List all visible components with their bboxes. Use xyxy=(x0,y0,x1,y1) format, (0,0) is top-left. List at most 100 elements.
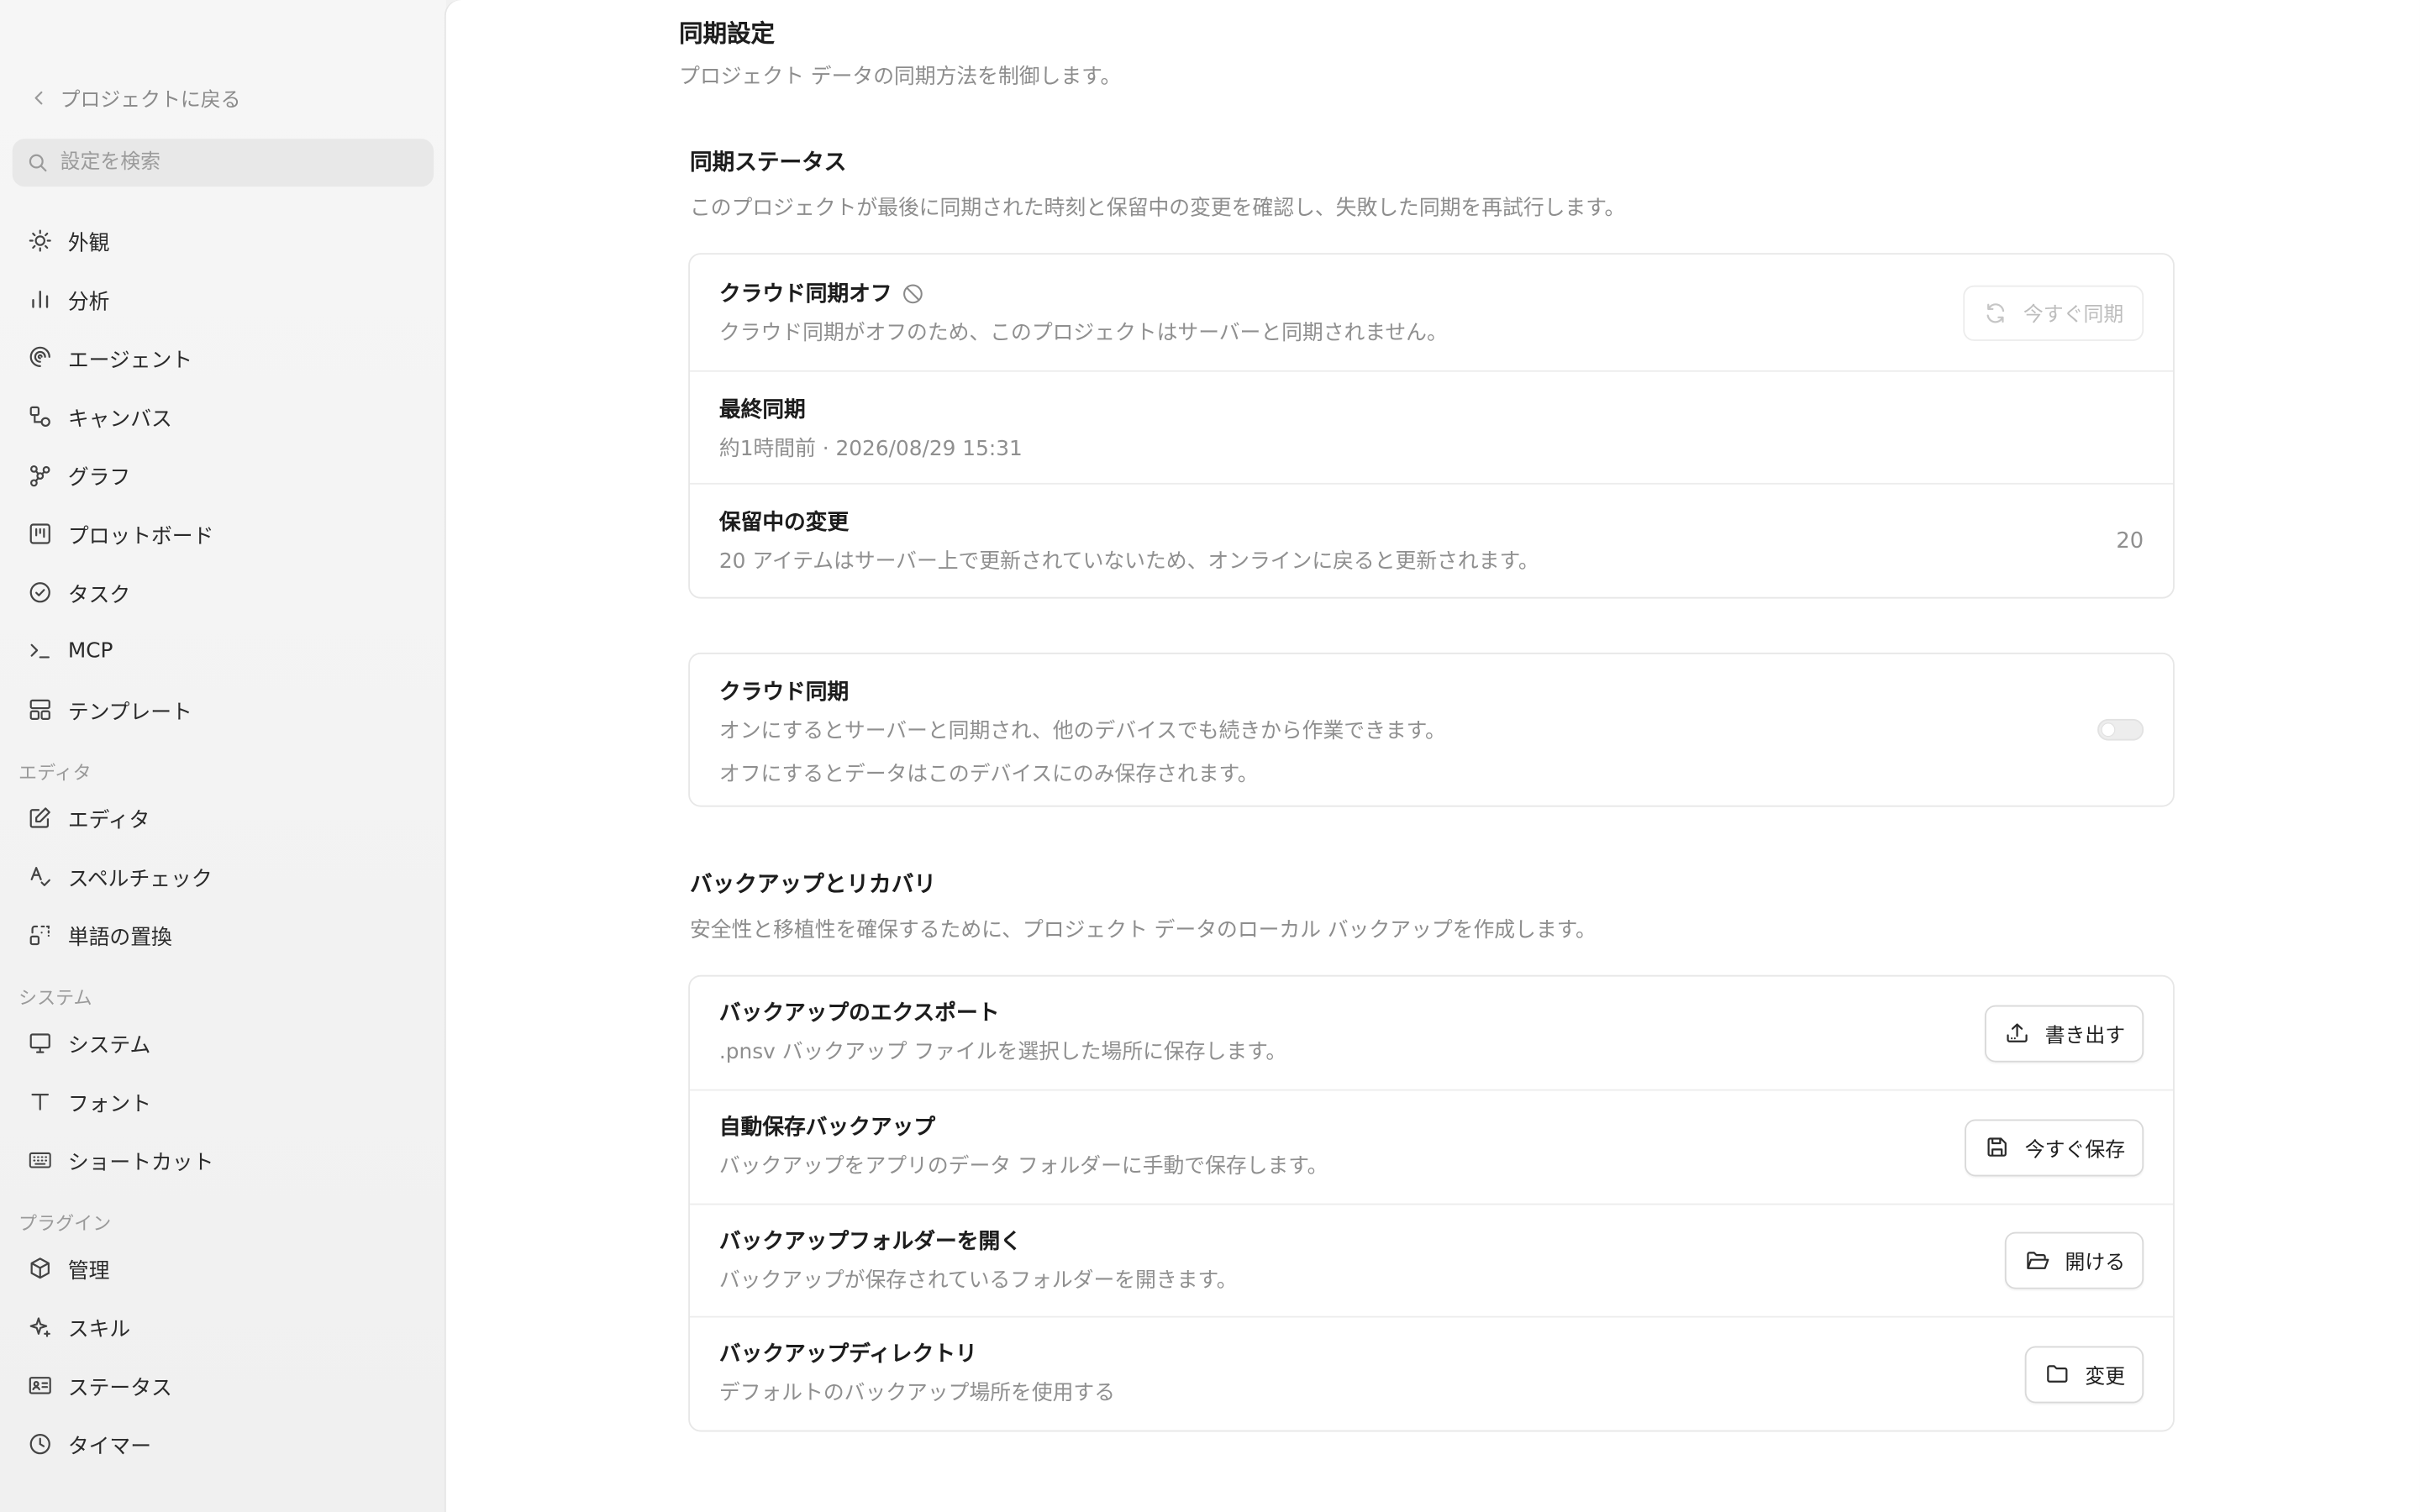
sidebar-item-label: テンプレート xyxy=(67,700,192,726)
sync-status-card: クラウド同期オフ クラウド同期がオフのため、このプロジェクトはサーバーと同期され… xyxy=(688,253,2175,599)
pending-changes-row: 保留中の変更 20 アイテムはサーバー上で更新されていないため、オンラインに戻る… xyxy=(690,485,2173,597)
sidebar-item-appearance[interactable]: 外観 xyxy=(13,212,434,270)
section-label-editor: エディタ xyxy=(18,762,92,785)
export-backup-title: バックアップのエクスポート xyxy=(718,1001,1000,1026)
id-card-icon xyxy=(29,1377,51,1394)
sidebar-item-label: エージェント xyxy=(67,349,193,374)
backup-directory-desc: デフォルトのバックアップ場所を使用する xyxy=(718,1380,1116,1406)
sidebar-item-label: MCP xyxy=(67,638,113,664)
folder-icon xyxy=(2047,1365,2068,1383)
spiral-icon xyxy=(29,346,50,367)
backup-card: バックアップのエクスポート .pnsv バックアップ ファイルを選択した場所に保… xyxy=(688,974,2175,1432)
page-title: 同期設定 xyxy=(679,19,776,48)
shapes-icon xyxy=(29,406,50,428)
section-title-sync-status: 同期ステータス xyxy=(690,150,847,176)
page-subtitle: プロジェクト データの同期方法を制御します。 xyxy=(679,65,1122,90)
sidebar-item-timer[interactable]: タイマー xyxy=(13,1415,434,1473)
board-icon xyxy=(29,523,50,544)
sidebar-item-skills[interactable]: スキル xyxy=(13,1298,434,1357)
sidebar-item-fonts[interactable]: フォント xyxy=(13,1073,434,1131)
save-now-label: 今すぐ保存 xyxy=(2024,1138,2126,1163)
back-label: プロジェクトに戻る xyxy=(60,88,241,113)
cloud-sync-desc-line2: オフにするとデータはこのデバイスにのみ保存されます。 xyxy=(718,762,1259,787)
section-title-backup: バックアップとリカバリ xyxy=(690,873,936,898)
section-label-plugins: プラグイン xyxy=(18,1212,112,1235)
chevron-left-icon xyxy=(34,90,43,104)
section-subtitle-backup: 安全性と移植性を確保するために、プロジェクト データのローカル バックアップを作… xyxy=(690,917,1597,943)
sync-now-button[interactable]: 今すぐ同期 xyxy=(1963,284,2144,340)
sparkle-icon xyxy=(29,1317,50,1337)
sidebar-item-label: フォント xyxy=(67,1092,151,1117)
pending-changes-desc: 20 アイテムはサーバー上で更新されていないため、オンラインに戻ると更新されます… xyxy=(718,549,1539,575)
monitor-icon xyxy=(29,1033,50,1053)
export-backup-desc: .pnsv バックアップ ファイルを選択した場所に保存します。 xyxy=(718,1039,1287,1065)
sidebar-item-tasks[interactable]: タスク xyxy=(13,563,434,622)
graph-icon xyxy=(29,465,50,487)
autosave-backup-desc: バックアップをアプリのデータ フォルダーに手動で保存します。 xyxy=(718,1153,1328,1179)
sidebar-item-editor[interactable]: エディタ xyxy=(13,789,434,848)
open-backup-folder-row: バックアップフォルダーを開く バックアップが保存されているフォルダーを開きます。… xyxy=(690,1205,2174,1318)
package-icon xyxy=(30,1257,50,1279)
open-folder-label: 開ける xyxy=(2065,1252,2126,1276)
sidebar-item-label: 分析 xyxy=(67,290,110,315)
save-icon xyxy=(1987,1137,2007,1157)
change-directory-label: 変更 xyxy=(2085,1365,2126,1389)
sidebar-item-label: キャンバス xyxy=(67,407,172,433)
sidebar-item-agent[interactable]: エージェント xyxy=(13,328,434,387)
section-label-system: システム xyxy=(18,987,92,1010)
sidebar-item-label: プロットボード xyxy=(67,524,214,549)
ban-icon xyxy=(903,283,923,303)
terminal-icon xyxy=(30,643,50,659)
cloud-sync-toggle[interactable] xyxy=(2097,718,2144,741)
last-sync-title: 最終同期 xyxy=(718,397,806,423)
sidebar-item-label: ステータス xyxy=(67,1376,172,1401)
sidebar-item-canvas[interactable]: キャンバス xyxy=(13,387,434,446)
last-sync-value: 約1時間前 · 2026/08/29 15:31 xyxy=(718,436,1023,462)
open-folder-desc: バックアップが保存されているフォルダーを開きます。 xyxy=(718,1268,1238,1294)
sidebar-item-graph[interactable]: グラフ xyxy=(13,446,434,505)
sidebar-item-manage[interactable]: 管理 xyxy=(13,1239,434,1298)
open-folder-title: バックアップフォルダーを開く xyxy=(718,1229,1022,1255)
sidebar-item-system[interactable]: システム xyxy=(13,1014,434,1073)
export-backup-row: バックアップのエクスポート .pnsv バックアップ ファイルを選択した場所に保… xyxy=(690,977,2174,1091)
sidebar-item-templates[interactable]: テンプレート xyxy=(13,680,434,739)
last-sync-row: 最終同期 約1時間前 · 2026/08/29 15:31 xyxy=(690,372,2174,485)
type-icon xyxy=(31,1094,50,1110)
cloud-sync-title: クラウド同期 xyxy=(718,680,850,706)
sidebar-item-spellcheck[interactable]: スペルチェック xyxy=(13,847,434,906)
export-button-label: 書き出す xyxy=(2044,1024,2126,1048)
settings-sidebar: プロジェクトに戻る 外観 分析 エージェント キャンバス xyxy=(0,0,446,1512)
sidebar-item-label: グラフ xyxy=(67,465,131,491)
cloud-sync-row: クラウド同期 オンにするとサーバーと同期され、他のデバイスでも続きから作業できま… xyxy=(690,654,2173,806)
open-folder-button[interactable]: 開ける xyxy=(2004,1231,2144,1289)
cloud-sync-card: クラウド同期 オンにするとサーバーと同期され、他のデバイスでも続きから作業できま… xyxy=(688,652,2175,807)
sidebar-item-word-replace[interactable]: 単語の置換 xyxy=(13,906,434,964)
save-now-button[interactable]: 今すぐ保存 xyxy=(1965,1118,2144,1176)
sidebar-item-shortcuts[interactable]: ショートカット xyxy=(13,1131,434,1189)
autosave-backup-row: 自動保存バックアップ バックアップをアプリのデータ フォルダーに手動で保存します… xyxy=(690,1091,2174,1205)
replace-icon xyxy=(29,925,50,946)
sidebar-item-label: スキル xyxy=(67,1317,131,1342)
change-directory-button[interactable]: 変更 xyxy=(2024,1345,2144,1403)
back-to-project-link[interactable]: プロジェクトに戻る xyxy=(13,77,434,118)
export-button[interactable]: 書き出す xyxy=(1984,1004,2144,1062)
sidebar-nav: 外観 分析 エージェント キャンバス グラフ プロットボード タスク MCP テ… xyxy=(13,212,434,1473)
sun-icon xyxy=(29,229,51,252)
clock-icon xyxy=(29,1434,50,1455)
sidebar-item-mcp[interactable]: MCP xyxy=(13,622,434,680)
sidebar-item-label: タスク xyxy=(67,583,131,608)
sidebar-item-status[interactable]: ステータス xyxy=(13,1356,434,1415)
sidebar-item-plotboard[interactable]: プロットボード xyxy=(13,505,434,564)
section-subtitle-sync-status: このプロジェクトが最後に同期された時刻と保留中の変更を確認し、失敗した同期を再試… xyxy=(690,196,1626,221)
settings-search[interactable] xyxy=(12,139,434,187)
spell-check-icon xyxy=(30,867,50,887)
sidebar-item-label: 外観 xyxy=(67,231,110,256)
folder-open-icon xyxy=(2027,1251,2049,1268)
sidebar-item-label: エディタ xyxy=(67,808,150,833)
cloud-sync-off-row: クラウド同期オフ クラウド同期がオフのため、このプロジェクトはサーバーと同期され… xyxy=(690,255,2174,372)
sidebar-item-analytics[interactable]: 分析 xyxy=(13,270,434,328)
template-icon xyxy=(29,699,50,721)
search-icon xyxy=(29,154,47,172)
pending-changes-count: 20 xyxy=(2116,528,2144,554)
search-input[interactable] xyxy=(56,150,403,176)
